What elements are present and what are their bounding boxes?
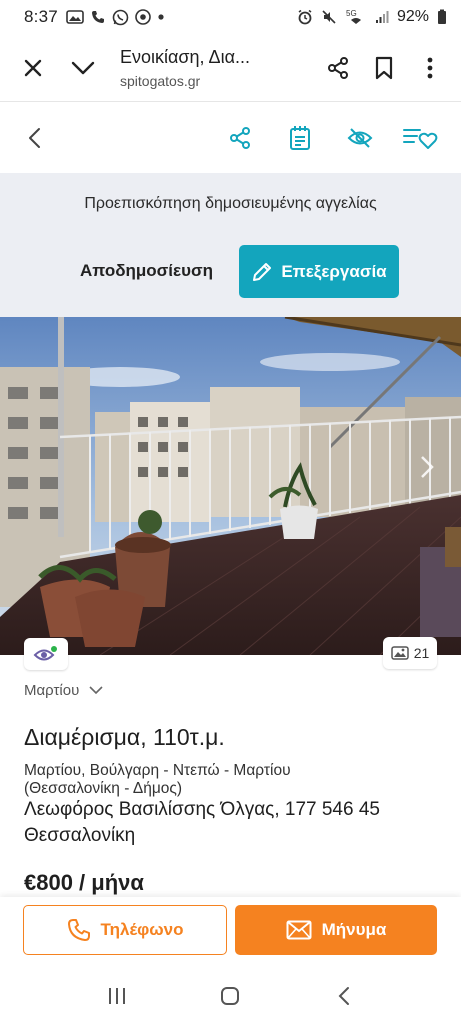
signal-icon: [375, 10, 389, 24]
preview-panel: Προεπισκόπηση δημοσιευμένης αγγελίας Απο…: [0, 173, 461, 317]
home-icon: [221, 986, 240, 1005]
system-back-button[interactable]: [319, 974, 369, 1018]
share-listing-button[interactable]: [219, 117, 261, 159]
share-icon: [328, 56, 348, 79]
recents-icon: [108, 987, 125, 1004]
price: €800 / μήνα: [24, 870, 144, 895]
edit-button[interactable]: Επεξεργασία: [239, 245, 399, 298]
gallery-icon: [390, 646, 409, 660]
collapse-button[interactable]: [60, 45, 106, 91]
preview-notice: Προεπισκόπηση δημοσιευμένης αγγελίας: [84, 195, 377, 212]
chevron-left-icon: [29, 128, 40, 148]
area-dropdown[interactable]: Μαρτίου: [24, 682, 103, 699]
phone-button[interactable]: Τηλέφωνο: [23, 905, 227, 955]
contact-action-bar: Τηλέφωνο Μήνυμα: [0, 897, 461, 967]
chevron-down-icon: [89, 686, 103, 695]
status-time: 8:37: [24, 7, 58, 26]
home-button[interactable]: [205, 974, 255, 1018]
unpublish-button[interactable]: Αποδημοσίευση: [80, 261, 213, 281]
area-dropdown-label: Μαρτίου: [24, 682, 80, 699]
envelope-icon: [286, 920, 312, 940]
phone-button-label: Τηλέφωνο: [100, 920, 184, 939]
address-line-2: Θεσσαλονίκη: [24, 825, 136, 846]
status-bar: 8:37 5G 92%: [0, 0, 461, 34]
browser-bar: Ενοικίαση, Δια... spitogatos.gr: [0, 34, 461, 102]
network-label: 5G: [346, 9, 357, 18]
alarm-icon: [297, 9, 313, 25]
phone-icon: [67, 919, 90, 941]
battery-icon: [437, 9, 447, 25]
location-line-2: (Θεσσαλονίκη - Δήμος): [24, 780, 182, 797]
photo-count: 21: [413, 645, 430, 661]
list-heart-icon: [403, 129, 438, 149]
listing-photo[interactable]: [0, 317, 461, 655]
message-button-label: Μήνυμα: [321, 920, 387, 939]
back-icon: [338, 986, 350, 1005]
message-button[interactable]: Μήνυμα: [235, 905, 437, 955]
favorites-list-button[interactable]: [399, 117, 441, 159]
more-vert-icon: [427, 57, 433, 78]
pencil-icon: [253, 262, 272, 281]
share-icon: [230, 127, 250, 149]
photos-icon: [66, 9, 84, 25]
bookmark-icon: [375, 56, 393, 79]
back-button[interactable]: [4, 108, 64, 168]
eye-icon: [33, 646, 57, 661]
views-badge[interactable]: [24, 638, 68, 670]
chrome-icon: [135, 9, 151, 25]
system-nav-bar: [0, 967, 461, 1024]
app-toolbar: [0, 103, 461, 173]
notepad-icon: [290, 126, 310, 150]
whatsapp-icon: [112, 9, 129, 26]
address-line-1: Λεωφόρος Βασιλίσσης Όλγας, 177 546 45: [24, 799, 380, 820]
listing-title: Διαμέρισμα, 110τ.μ.: [24, 724, 225, 750]
browser-bookmark-button[interactable]: [361, 45, 407, 91]
browser-menu-button[interactable]: [407, 45, 453, 91]
hide-listing-button[interactable]: [339, 117, 381, 159]
notes-button[interactable]: [279, 117, 321, 159]
page-title: Ενοικίαση, Δια...: [120, 46, 250, 67]
battery-percent: 92%: [396, 8, 429, 25]
browser-share-button[interactable]: [315, 45, 361, 91]
recents-button[interactable]: [92, 974, 142, 1018]
mute-icon: [321, 9, 337, 25]
phone-icon: [90, 9, 106, 25]
location-line-1: Μαρτίου, Βούλγαρη - Ντεπώ - Μαρτίου: [24, 762, 291, 779]
wifi-icon: 5G: [345, 9, 367, 25]
chevron-down-icon: [71, 61, 95, 74]
edit-button-label: Επεξεργασία: [281, 261, 387, 281]
close-tab-button[interactable]: [10, 45, 56, 91]
dot-icon: [157, 13, 165, 21]
page-url: spitogatos.gr: [120, 72, 201, 89]
eye-off-icon: [347, 128, 373, 148]
browser-title-area[interactable]: Ενοικίαση, Δια... spitogatos.gr: [120, 47, 315, 89]
photo-count-badge[interactable]: 21: [383, 637, 437, 669]
close-icon: [24, 59, 42, 76]
